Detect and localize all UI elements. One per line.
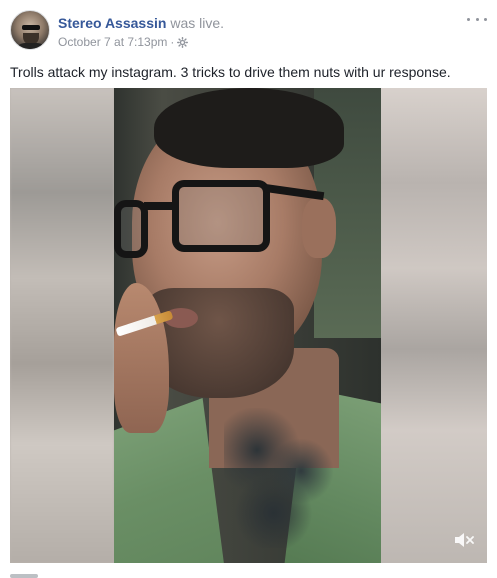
- more-dot: [484, 17, 487, 21]
- post-message: Trolls attack my instagram. 3 tricks to …: [10, 64, 451, 80]
- avatar-glasses: [22, 25, 40, 30]
- meta-separator: ·: [170, 35, 175, 49]
- video-frame: [114, 88, 381, 563]
- facebook-post: Stereo Assassin was live. October 7 at 7…: [0, 0, 497, 578]
- video-blur-left: [10, 88, 114, 563]
- author-name-link[interactable]: Stereo Assassin: [58, 15, 166, 31]
- gear-icon[interactable]: [177, 36, 189, 52]
- avatar-shirt: [15, 43, 47, 49]
- post-author-line: Stereo Assassin was live.: [58, 14, 224, 32]
- post-meta: October 7 at 7:13pm ·: [58, 34, 189, 52]
- more-dot: [475, 17, 479, 21]
- more-options-icon[interactable]: [467, 12, 487, 26]
- author-avatar[interactable]: [10, 10, 50, 50]
- more-dot: [467, 17, 470, 21]
- live-status-text: was live.: [170, 15, 225, 31]
- post-header: Stereo Assassin was live. October 7 at 7…: [10, 10, 487, 54]
- glasses-lens-left: [114, 200, 148, 258]
- frame-tattoo: [224, 408, 334, 548]
- post-footer-partial: [10, 566, 70, 578]
- frame-glasses: [114, 178, 325, 258]
- glasses-lens-right: [172, 180, 270, 252]
- live-video-player[interactable]: [10, 88, 487, 563]
- mute-speaker-icon[interactable]: [453, 531, 475, 549]
- video-blur-right: [381, 88, 487, 563]
- footer-cut-text: [10, 574, 38, 578]
- frame-hair: [154, 88, 344, 168]
- post-timestamp-link[interactable]: October 7 at 7:13pm: [58, 35, 167, 49]
